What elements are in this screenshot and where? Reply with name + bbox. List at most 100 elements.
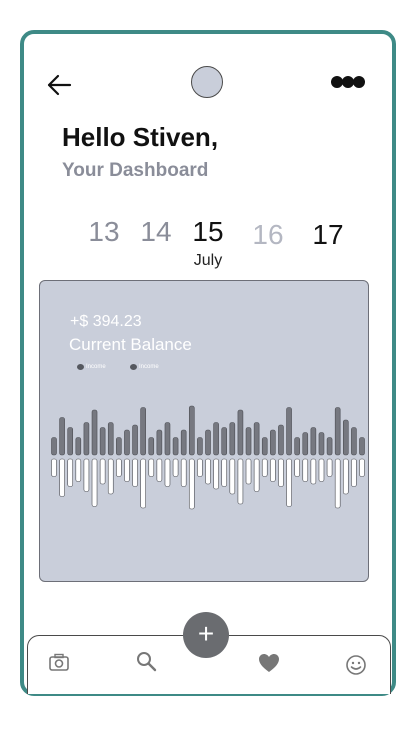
chart-bar-down xyxy=(302,458,309,482)
chart-bar-up xyxy=(148,437,155,456)
chart-bar-up xyxy=(116,437,122,456)
chart-bar-down xyxy=(197,458,203,477)
chart-bar-up xyxy=(334,407,341,456)
chart-bar-down xyxy=(294,458,300,477)
chart-bar-down xyxy=(124,458,130,482)
chart-bar-up xyxy=(326,437,333,456)
chart-bar-down xyxy=(334,458,341,509)
chart-bar-up xyxy=(91,409,98,456)
chart-bar-down xyxy=(270,458,276,482)
legend-item: Income xyxy=(77,364,106,370)
balance-label: Current Balance xyxy=(69,335,192,354)
chart-bar-down xyxy=(164,458,171,487)
balance-card: +$ 394.23 Current Balance Income Income xyxy=(39,280,369,582)
chart-bar-up xyxy=(229,422,236,456)
chart-bar-down xyxy=(359,458,365,477)
chart-bar-down xyxy=(67,458,74,487)
chart-bar-up xyxy=(67,427,74,456)
date-item-selected[interactable]: 15 xyxy=(188,216,228,248)
chart-bar-down xyxy=(245,458,252,485)
chart-bar-up xyxy=(213,422,219,456)
heart-icon[interactable] xyxy=(258,652,280,674)
chart-bar-up xyxy=(164,422,171,456)
chart-bar-down xyxy=(221,458,228,487)
search-icon[interactable] xyxy=(135,650,157,672)
chart-bar-down xyxy=(83,458,90,492)
avatar[interactable] xyxy=(191,66,223,98)
date-item[interactable]: 17 xyxy=(308,219,348,251)
chart-bar-up xyxy=(83,422,90,456)
top-bar xyxy=(24,34,392,134)
chart-bar-up xyxy=(99,427,106,456)
date-item[interactable]: 16 xyxy=(248,219,288,251)
chart-bar-up xyxy=(359,437,365,456)
chart-bar-up xyxy=(237,409,244,456)
date-item[interactable]: 14 xyxy=(136,216,176,248)
chart-bar-up xyxy=(286,407,292,456)
chart-bar-down xyxy=(229,458,236,495)
chart-bar-up xyxy=(197,437,203,456)
add-button[interactable]: + xyxy=(183,612,229,658)
legend-dot xyxy=(77,364,84,370)
chart-bar-up xyxy=(294,437,300,456)
chart-bar-down xyxy=(261,458,268,477)
month-label: July xyxy=(193,252,223,269)
chart-bar-up xyxy=(205,429,211,456)
chart-bar-up xyxy=(310,427,317,456)
chart-bar-up xyxy=(51,437,57,456)
legend-label: Income xyxy=(86,364,106,370)
arrow-left-icon[interactable] xyxy=(46,72,72,98)
chart-bar-down xyxy=(172,458,179,477)
chart-bar-down xyxy=(318,458,325,482)
legend-label: Income xyxy=(139,364,159,370)
chart-bar-down xyxy=(326,458,333,477)
chart-bar-down xyxy=(180,458,187,487)
legend-dot xyxy=(130,364,137,370)
chart-bar-up xyxy=(221,427,228,456)
chart-bar-up xyxy=(172,437,179,456)
legend-item: Income xyxy=(130,364,159,370)
chart-bar-up xyxy=(132,424,138,456)
chart-bar-down xyxy=(278,458,284,487)
chart-bar-up xyxy=(156,429,163,456)
chart-bar-up xyxy=(270,429,276,456)
chart-bar-down xyxy=(342,458,349,495)
chart-bar-down xyxy=(253,458,260,492)
chart-bar-up xyxy=(180,429,187,456)
date-item[interactable]: 13 xyxy=(84,216,124,248)
chart-bar-down xyxy=(91,458,98,507)
chart-bar-down xyxy=(59,458,65,497)
chart-bar-down xyxy=(237,458,244,505)
chart-bar-down xyxy=(205,458,211,485)
chart-bar-down xyxy=(213,458,219,490)
chart-bar-up xyxy=(59,417,65,456)
chart-bar-down xyxy=(310,458,317,485)
chart-bar-up xyxy=(278,424,284,456)
chart-bar-up xyxy=(342,419,349,456)
chart-bar-up xyxy=(140,407,146,456)
chart-bar-down xyxy=(99,458,106,485)
chart-bar-down xyxy=(116,458,122,477)
smile-icon[interactable] xyxy=(345,654,367,676)
chart-bar-down xyxy=(148,458,155,477)
chart-bar-up xyxy=(107,422,114,456)
balance-amount: +$ 394.23 xyxy=(70,313,142,330)
chart-bar-up xyxy=(75,437,82,456)
chart-bar-up xyxy=(253,422,260,456)
chart-bar-down xyxy=(156,458,163,482)
chart-bar-up xyxy=(302,432,309,456)
more-dots-icon[interactable] xyxy=(330,74,366,90)
chart-bar-down xyxy=(75,458,82,482)
chart-bar-down xyxy=(140,458,146,509)
chart-bar-down xyxy=(286,458,292,507)
chart-bar-down xyxy=(132,458,138,487)
chart-bar-up xyxy=(188,405,195,456)
chart-bar-up xyxy=(261,437,268,456)
camera-icon[interactable] xyxy=(48,652,70,674)
dashboard-subtitle: Your Dashboard xyxy=(62,160,209,181)
date-selector: 13 14 15 16 17 July xyxy=(24,216,392,276)
greeting-title: Hello Stiven, xyxy=(62,122,219,152)
chart-bar-up xyxy=(351,427,357,456)
chart-bar-up xyxy=(318,432,325,456)
balance-bar-chart xyxy=(51,405,365,510)
